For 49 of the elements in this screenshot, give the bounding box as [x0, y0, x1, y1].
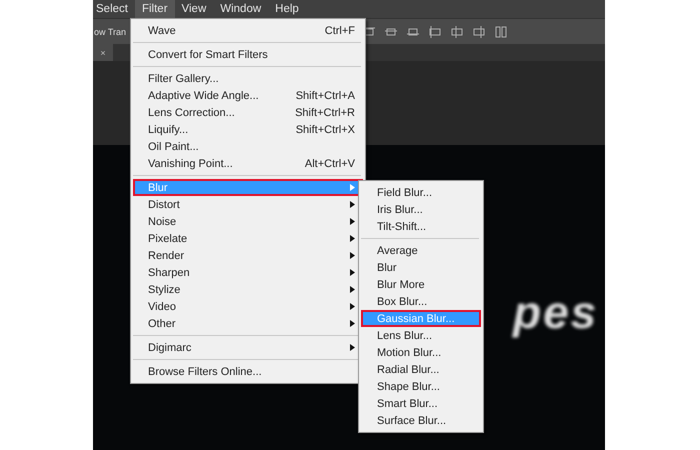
blurred-canvas-text: pes	[513, 285, 598, 339]
submenu-arrow-icon	[350, 218, 355, 225]
menu-item[interactable]: Vanishing Point... Alt+Ctrl+V	[133, 155, 363, 172]
menu-item[interactable]: Wave Ctrl+F	[133, 22, 363, 39]
submenu-arrow-icon	[350, 269, 355, 276]
menu-item[interactable]: Convert for Smart Filters	[133, 46, 363, 63]
menu-item[interactable]: Tilt-Shift...	[361, 218, 481, 235]
menu-bar-item[interactable]: Help	[268, 0, 306, 18]
menu-item[interactable]: Digimarc	[133, 339, 363, 356]
distribute-icon[interactable]	[494, 26, 508, 38]
submenu-arrow-icon	[350, 344, 355, 351]
menu-item[interactable]: Motion Blur...	[361, 344, 481, 361]
menu-item[interactable]: Video	[133, 298, 363, 315]
menu-item[interactable]: Render	[133, 247, 363, 264]
submenu-arrow-icon	[350, 252, 355, 259]
submenu-arrow-icon	[350, 184, 355, 191]
menu-item[interactable]: Surface Blur...	[361, 412, 481, 429]
menu-item[interactable]: Other	[133, 315, 363, 332]
submenu-arrow-icon	[350, 286, 355, 293]
submenu-arrow-icon	[350, 201, 355, 208]
submenu-arrow-icon	[350, 320, 355, 327]
menu-item[interactable]: Average	[361, 242, 481, 259]
menu-item[interactable]: Oil Paint...	[133, 138, 363, 155]
menu-bar-item[interactable]: Filter	[134, 0, 175, 18]
menu-item[interactable]: Sharpen	[133, 264, 363, 281]
menu-item[interactable]: Smart Blur...	[361, 395, 481, 412]
menu-item[interactable]: Blur More	[361, 276, 481, 293]
menu-item[interactable]: Shape Blur...	[361, 378, 481, 395]
menu-item[interactable]: Stylize	[133, 281, 363, 298]
menu-item[interactable]: Box Blur...	[361, 293, 481, 310]
menu-item[interactable]: Lens Correction... Shift+Ctrl+R	[133, 104, 363, 121]
menu-item[interactable]: Noise	[133, 213, 363, 230]
submenu-arrow-icon	[350, 235, 355, 242]
menu-item[interactable]: Field Blur...	[361, 184, 481, 201]
menu-item[interactable]: Pixelate	[133, 230, 363, 247]
menu-item[interactable]: Radial Blur...	[361, 361, 481, 378]
menu-item[interactable]: Lens Blur...	[361, 327, 481, 344]
menu-bar-item[interactable]: Window	[213, 0, 268, 18]
menu-item[interactable]: Blur	[361, 259, 481, 276]
tab-close-button[interactable]: ×	[93, 44, 113, 61]
menu-item[interactable]: Filter Gallery...	[133, 70, 363, 87]
menu-item[interactable]: Liquify... Shift+Ctrl+X	[133, 121, 363, 138]
menu-item[interactable]: Distort	[133, 196, 363, 213]
options-label: ow Tran	[94, 26, 126, 36]
menu-item[interactable]: Adaptive Wide Angle... Shift+Ctrl+A	[133, 87, 363, 104]
menu-bar-item[interactable]: View	[174, 0, 214, 18]
submenu-arrow-icon	[350, 303, 355, 310]
menu-item[interactable]: Iris Blur...	[361, 201, 481, 218]
menu-bar-item[interactable]: Select	[93, 0, 135, 18]
